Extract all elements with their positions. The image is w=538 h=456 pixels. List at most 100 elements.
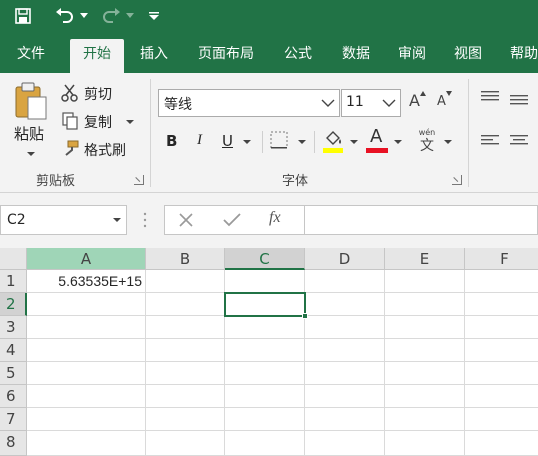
insert-function-button[interactable]: fx [269, 209, 281, 227]
tab-file[interactable]: 文件 [6, 39, 56, 73]
cell-f8[interactable] [465, 431, 538, 456]
cell-f7[interactable] [465, 408, 538, 431]
row-header-7[interactable]: 7 [0, 408, 27, 431]
cell-a3[interactable] [27, 316, 146, 339]
copy-icon[interactable] [60, 111, 80, 131]
save-icon[interactable] [10, 3, 36, 29]
tab-data[interactable]: 数据 [330, 39, 382, 73]
row-header-5[interactable]: 5 [0, 362, 27, 385]
undo-icon[interactable] [52, 3, 78, 29]
font-name-select[interactable]: 等线 [158, 89, 340, 117]
cell-c7[interactable] [225, 408, 305, 431]
column-header-d[interactable]: D [305, 248, 385, 270]
copy-label[interactable]: 复制 [84, 112, 112, 132]
format-painter-icon[interactable] [60, 139, 80, 159]
cell-d7[interactable] [305, 408, 385, 431]
tab-review[interactable]: 审阅 [386, 39, 438, 73]
tab-help[interactable]: 帮助 [500, 39, 538, 73]
enter-icon[interactable] [223, 213, 241, 227]
font-launcher-icon[interactable] [452, 175, 462, 185]
row-header-6[interactable]: 6 [0, 385, 27, 408]
cell-d5[interactable] [305, 362, 385, 385]
italic-button[interactable]: I [197, 132, 202, 149]
cell-c8[interactable] [225, 431, 305, 456]
cell-b1[interactable] [146, 270, 225, 293]
cell-a7[interactable] [27, 408, 146, 431]
borders-icon[interactable] [270, 131, 290, 151]
cell-f4[interactable] [465, 339, 538, 362]
tab-formulas[interactable]: 公式 [272, 39, 324, 73]
cell-e5[interactable] [385, 362, 465, 385]
cell-d2[interactable] [305, 293, 385, 316]
column-header-a[interactable]: A [27, 248, 146, 270]
paste-icon[interactable] [10, 81, 52, 121]
cell-a8[interactable] [27, 431, 146, 456]
tab-home[interactable]: 开始 [70, 39, 124, 73]
fill-color-dropdown-icon[interactable] [350, 140, 358, 144]
font-color-dropdown-icon[interactable] [394, 140, 402, 144]
align-center-icon[interactable] [510, 135, 530, 149]
row-header-8[interactable]: 8 [0, 431, 27, 456]
bold-button[interactable]: B [166, 132, 177, 150]
tab-page-layout[interactable]: 页面布局 [188, 39, 264, 73]
fill-color-icon[interactable] [322, 128, 344, 154]
column-header-c[interactable]: C [225, 248, 305, 270]
cell-a1[interactable]: 5.63535E+15 [27, 270, 146, 293]
column-header-b[interactable]: B [146, 248, 225, 270]
column-header-f[interactable]: F [465, 248, 538, 270]
shrink-font-button[interactable]: A [437, 91, 457, 116]
cell-c5[interactable] [225, 362, 305, 385]
cell-e2[interactable] [385, 293, 465, 316]
cell-b2[interactable] [146, 293, 225, 316]
cell-e6[interactable] [385, 385, 465, 408]
cut-label[interactable]: 剪切 [84, 84, 112, 104]
underline-button[interactable]: U [222, 132, 233, 150]
tab-insert[interactable]: 插入 [128, 39, 180, 73]
cell-a6[interactable] [27, 385, 146, 408]
cell-f6[interactable] [465, 385, 538, 408]
formula-input[interactable] [304, 205, 538, 235]
select-all-corner[interactable] [0, 248, 27, 270]
cut-icon[interactable] [60, 83, 80, 103]
row-header-1[interactable]: 1 [0, 270, 27, 293]
name-box-dropdown-icon[interactable] [113, 218, 121, 222]
tab-view[interactable]: 视图 [442, 39, 494, 73]
underline-dropdown-icon[interactable] [243, 140, 251, 144]
undo-dropdown-icon[interactable] [78, 3, 90, 29]
cell-f1[interactable] [465, 270, 538, 293]
paste-label[interactable]: 粘贴 [14, 123, 44, 144]
paste-dropdown-icon[interactable] [27, 152, 35, 156]
row-header-4[interactable]: 4 [0, 339, 27, 362]
cancel-icon[interactable] [179, 213, 193, 227]
customize-qat-icon[interactable] [146, 3, 162, 29]
cell-a4[interactable] [27, 339, 146, 362]
cell-d1[interactable] [305, 270, 385, 293]
row-header-3[interactable]: 3 [0, 316, 27, 339]
font-color-button[interactable]: A [366, 126, 388, 154]
column-header-e[interactable]: E [385, 248, 465, 270]
cell-b7[interactable] [146, 408, 225, 431]
phonetic-guide-icon[interactable]: wén 文 [416, 128, 438, 156]
cell-d3[interactable] [305, 316, 385, 339]
redo-icon[interactable] [98, 3, 124, 29]
format-painter-label[interactable]: 格式刷 [84, 140, 126, 160]
cell-e4[interactable] [385, 339, 465, 362]
align-left-icon[interactable] [481, 135, 501, 149]
align-top-icon[interactable] [481, 91, 501, 103]
cell-b4[interactable] [146, 339, 225, 362]
redo-dropdown-icon[interactable] [124, 3, 136, 29]
cell-f5[interactable] [465, 362, 538, 385]
fill-handle[interactable] [302, 313, 308, 319]
cell-b8[interactable] [146, 431, 225, 456]
cell-b3[interactable] [146, 316, 225, 339]
grow-font-button[interactable]: A [409, 91, 429, 115]
cell-d8[interactable] [305, 431, 385, 456]
align-middle-icon[interactable] [510, 95, 530, 107]
cell-a5[interactable] [27, 362, 146, 385]
cell-b5[interactable] [146, 362, 225, 385]
cell-d6[interactable] [305, 385, 385, 408]
formula-bar-grip[interactable] [143, 211, 147, 229]
cell-c6[interactable] [225, 385, 305, 408]
cell-f2[interactable] [465, 293, 538, 316]
cell-f3[interactable] [465, 316, 538, 339]
